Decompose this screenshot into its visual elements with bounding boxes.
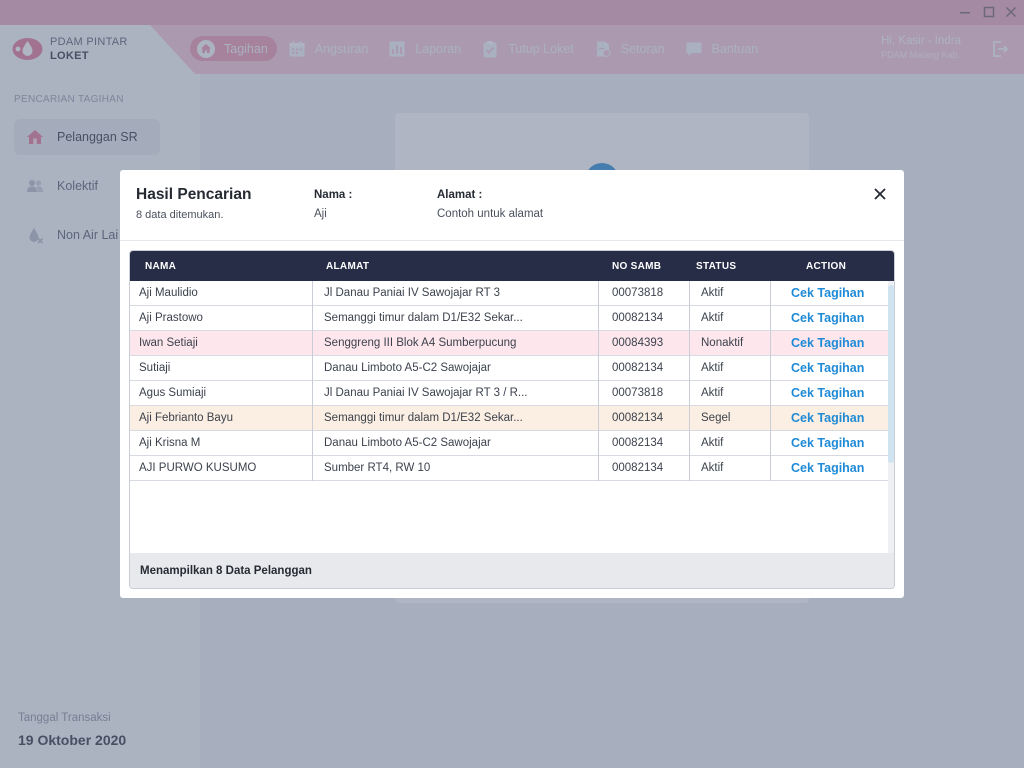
cell-no-samb: 00084393 (612, 337, 664, 349)
column-divider (598, 306, 599, 331)
column-divider (598, 356, 599, 381)
cell-alamat: Jl Danau Paniai IV Sawojajar RT 3 (324, 287, 501, 299)
cell-no-samb: 00082134 (612, 312, 664, 324)
cek-tagihan-button[interactable]: Cek Tagihan (791, 406, 864, 431)
column-divider (598, 281, 599, 306)
table-footer: Menampilkan 8 Data Pelanggan (130, 553, 894, 588)
table-row[interactable]: Aji Maulidio Jl Danau Paniai IV Sawojajar… (130, 281, 888, 306)
cell-alamat: Semanggi timur dalam D1/E32 Sekar... (324, 312, 523, 324)
cell-no-samb: 00073818 (612, 387, 664, 399)
cell-status: Aktif (701, 462, 724, 474)
column-divider (312, 281, 313, 306)
cek-tagihan-button[interactable]: Cek Tagihan (791, 431, 864, 456)
table-row[interactable]: Iwan Setiaji Senggreng III Blok A4 Sumber… (130, 331, 888, 356)
cell-alamat: Danau Limboto A5-C2 Sawojajar (324, 437, 491, 449)
cell-status: Aktif (701, 437, 724, 449)
cell-alamat: Senggreng III Blok A4 Sumberpucung (324, 337, 517, 349)
column-divider (689, 356, 690, 381)
table-row[interactable]: AJI PURWO KUSUMO Sumber RT4, RW 10 0008213… (130, 456, 888, 481)
column-header-action: ACTION (806, 261, 847, 272)
column-header-no-samb: NO SAMB (612, 261, 662, 272)
cell-nama: Aji Prastowo (139, 312, 203, 324)
scrollbar-thumb[interactable] (888, 285, 894, 463)
cell-nama: Iwan Setiaji (139, 337, 198, 349)
cek-tagihan-button[interactable]: Cek Tagihan (791, 306, 864, 331)
cell-nama: AJI PURWO KUSUMO (139, 462, 257, 474)
column-header-status: STATUS (696, 261, 737, 272)
cell-status: Segel (701, 412, 731, 424)
cell-status: Aktif (701, 362, 724, 374)
column-divider (770, 456, 771, 481)
search-results-modal: Hasil Pencarian 8 data ditemukan. Nama :… (120, 170, 904, 598)
cek-tagihan-button[interactable]: Cek Tagihan (791, 456, 864, 481)
cell-no-samb: 00082134 (612, 462, 664, 474)
table-footer-summary: Menampilkan 8 Data Pelanggan (140, 565, 312, 577)
column-header-nama: NAMA (145, 261, 177, 272)
cell-nama: Aji Febrianto Bayu (139, 412, 233, 424)
column-divider (312, 431, 313, 456)
cell-nama: Sutiaji (139, 362, 171, 374)
column-divider (312, 381, 313, 406)
cell-no-samb: 00082134 (612, 412, 664, 424)
modal-close-icon[interactable] (871, 185, 889, 203)
column-divider (770, 306, 771, 331)
column-divider (689, 281, 690, 306)
column-divider (312, 331, 313, 356)
cell-status: Aktif (701, 312, 724, 324)
column-divider (598, 456, 599, 481)
column-divider (598, 381, 599, 406)
cek-tagihan-button[interactable]: Cek Tagihan (791, 381, 864, 406)
cell-no-samb: 00082134 (612, 362, 664, 374)
modal-result-count: 8 data ditemukan. (136, 209, 224, 221)
column-divider (689, 456, 690, 481)
modal-title: Hasil Pencarian (136, 186, 252, 203)
column-divider (598, 406, 599, 431)
modal-divider (120, 240, 904, 241)
table-row[interactable]: Aji Krisna M Danau Limboto A5-C2 Sawojaja… (130, 431, 888, 456)
column-divider (312, 356, 313, 381)
column-divider (689, 331, 690, 356)
column-divider (770, 431, 771, 456)
column-divider (770, 406, 771, 431)
alamat-value: Contoh untuk alamat (437, 208, 544, 220)
column-divider (598, 331, 599, 356)
column-divider (598, 431, 599, 456)
column-divider (689, 406, 690, 431)
table-row[interactable]: Agus Sumiaji Jl Danau Paniai IV Sawojajar… (130, 381, 888, 406)
cell-status: Nonaktif (701, 337, 744, 349)
column-divider (770, 281, 771, 306)
table-header: NAMA ALAMAT NO SAMB STATUS ACTION (130, 251, 894, 281)
column-divider (312, 456, 313, 481)
cell-status: Aktif (701, 287, 724, 299)
results-table: NAMA ALAMAT NO SAMB STATUS ACTION Aji Ma… (129, 250, 895, 589)
column-divider (312, 406, 313, 431)
cell-alamat: Semanggi timur dalam D1/E32 Sekar... (324, 412, 523, 424)
cell-status: Aktif (701, 387, 724, 399)
column-divider (770, 381, 771, 406)
cell-alamat: Danau Limboto A5-C2 Sawojajar (324, 362, 491, 374)
cek-tagihan-button[interactable]: Cek Tagihan (791, 281, 864, 306)
column-divider (689, 431, 690, 456)
nama-label: Nama : (314, 189, 353, 201)
cek-tagihan-button[interactable]: Cek Tagihan (791, 331, 864, 356)
cell-nama: Aji Krisna M (139, 437, 201, 449)
cell-no-samb: 00082134 (612, 437, 664, 449)
column-divider (770, 331, 771, 356)
table-row[interactable]: Aji Febrianto Bayu Semanggi timur dalam D… (130, 406, 888, 431)
column-divider (689, 381, 690, 406)
column-divider (689, 306, 690, 331)
cell-nama: Aji Maulidio (139, 287, 198, 299)
column-divider (312, 306, 313, 331)
cell-alamat: Jl Danau Paniai IV Sawojajar RT 3 / R... (324, 387, 528, 399)
cek-tagihan-button[interactable]: Cek Tagihan (791, 356, 864, 381)
nama-value: Aji (314, 208, 327, 220)
column-header-alamat: ALAMAT (326, 261, 370, 272)
cell-nama: Agus Sumiaji (139, 387, 207, 399)
cell-no-samb: 00073818 (612, 287, 664, 299)
alamat-label: Alamat : (437, 189, 483, 201)
table-row[interactable]: Aji Prastowo Semanggi timur dalam D1/E32 … (130, 306, 888, 331)
table-row[interactable]: Sutiaji Danau Limboto A5-C2 Sawojajar 0008… (130, 356, 888, 381)
column-divider (770, 356, 771, 381)
cell-alamat: Sumber RT4, RW 10 (324, 462, 431, 474)
